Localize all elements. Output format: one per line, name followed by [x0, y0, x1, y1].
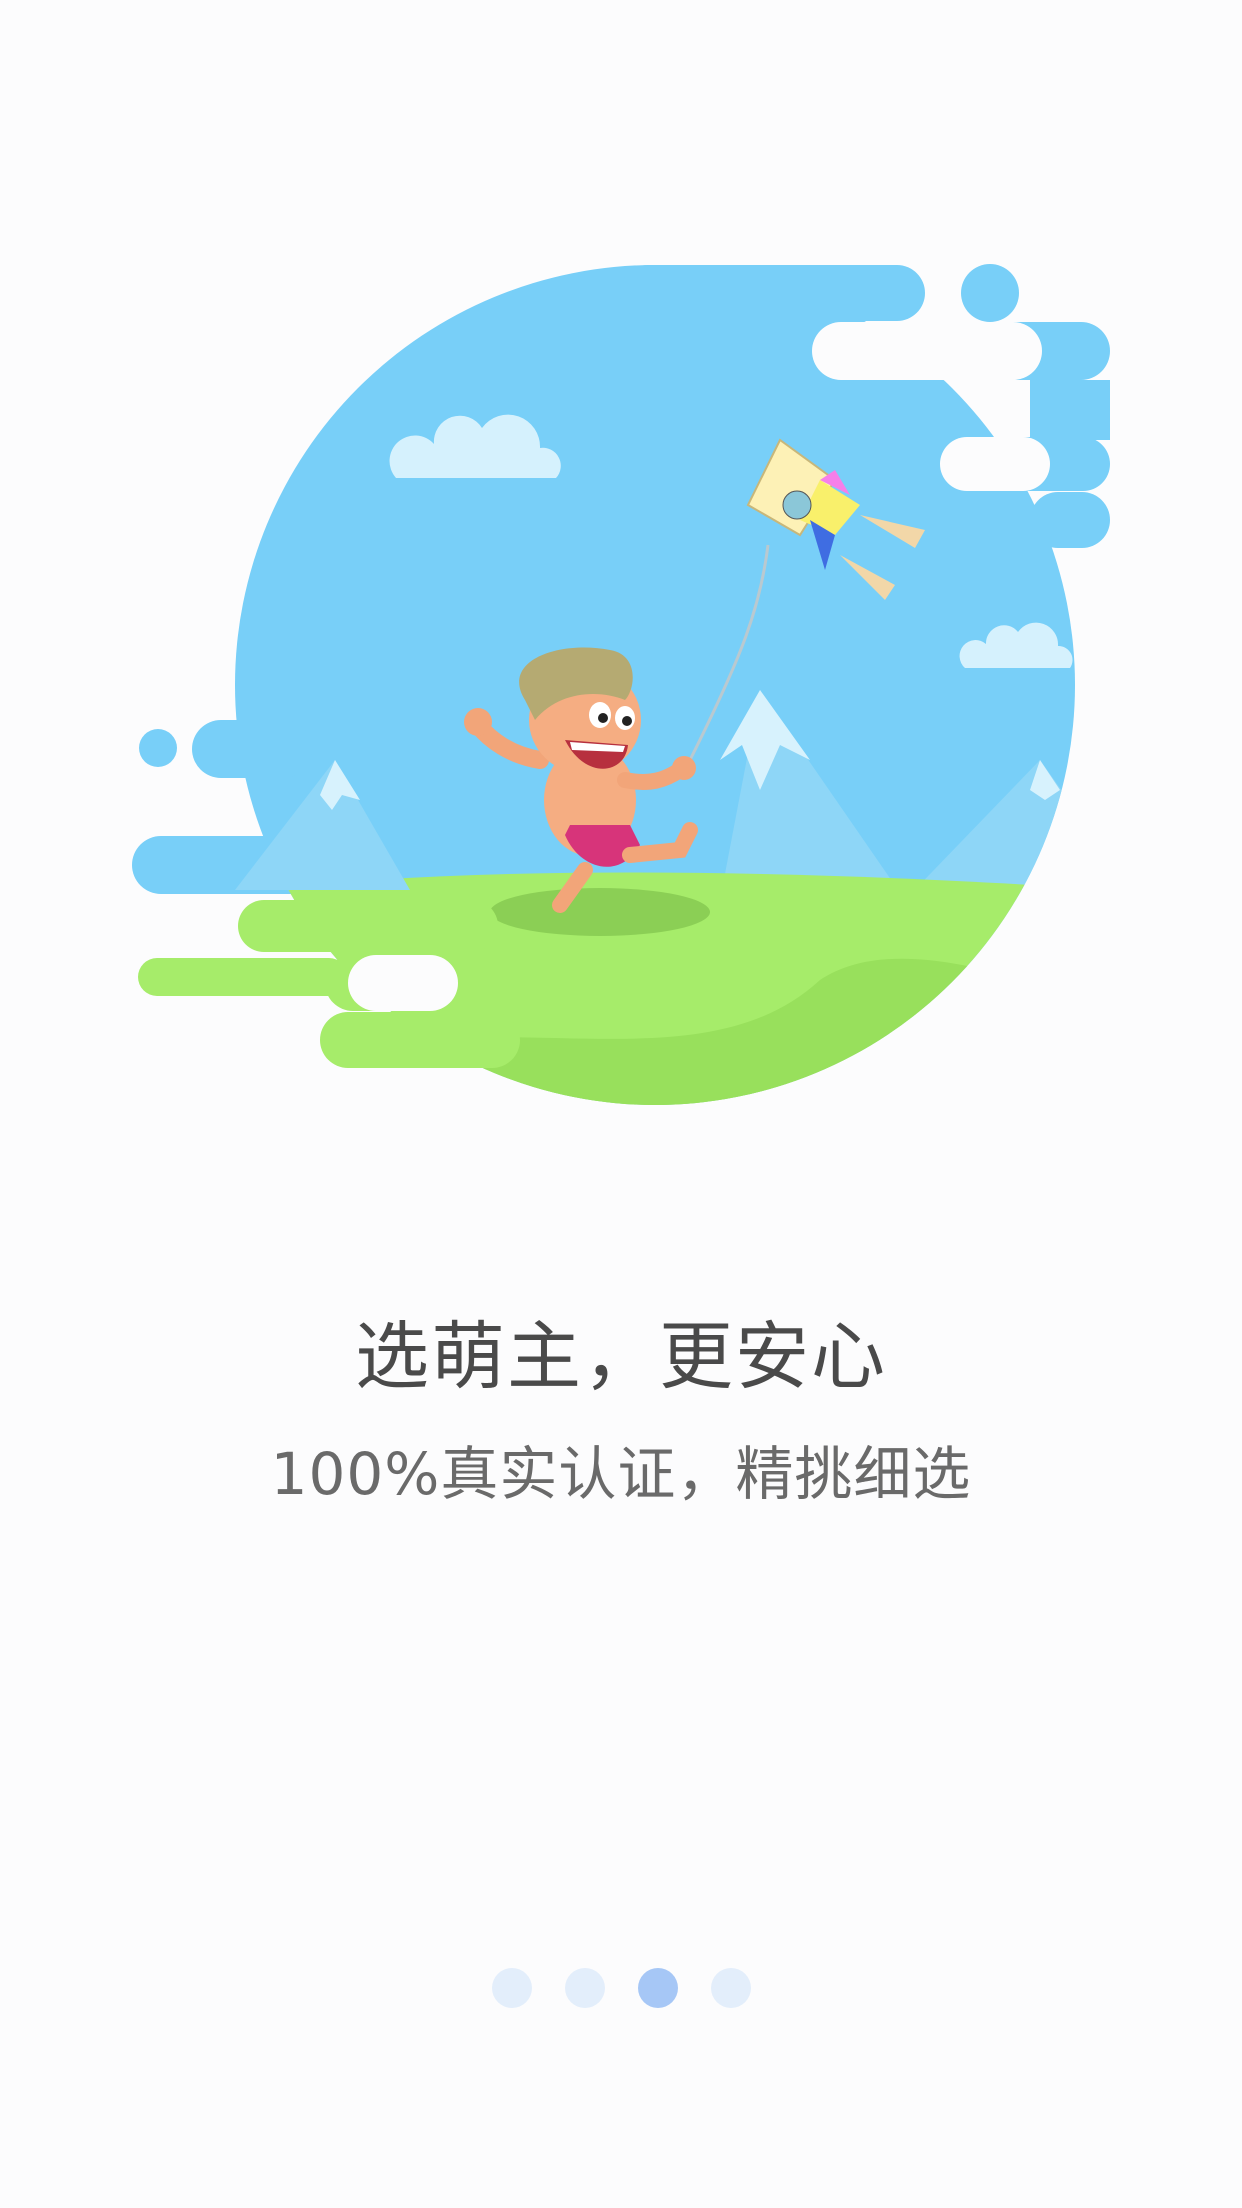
page-dot-2[interactable]	[564, 1968, 605, 2008]
page-dot-1[interactable]	[491, 1968, 532, 2008]
page-indicator	[0, 1968, 1242, 2008]
page-dot-4[interactable]	[710, 1968, 751, 2008]
boy-flying-kite-illustration	[132, 264, 1110, 1105]
onboarding-screen: 选萌主，更安心 100%真实认证，精挑细选	[0, 0, 1242, 2208]
page-subtitle: 100%真实认证，精挑细选	[270, 1440, 972, 1508]
page-dot-3-active[interactable]	[637, 1968, 678, 2008]
page-title: 选萌主，更安心	[355, 1314, 887, 1400]
